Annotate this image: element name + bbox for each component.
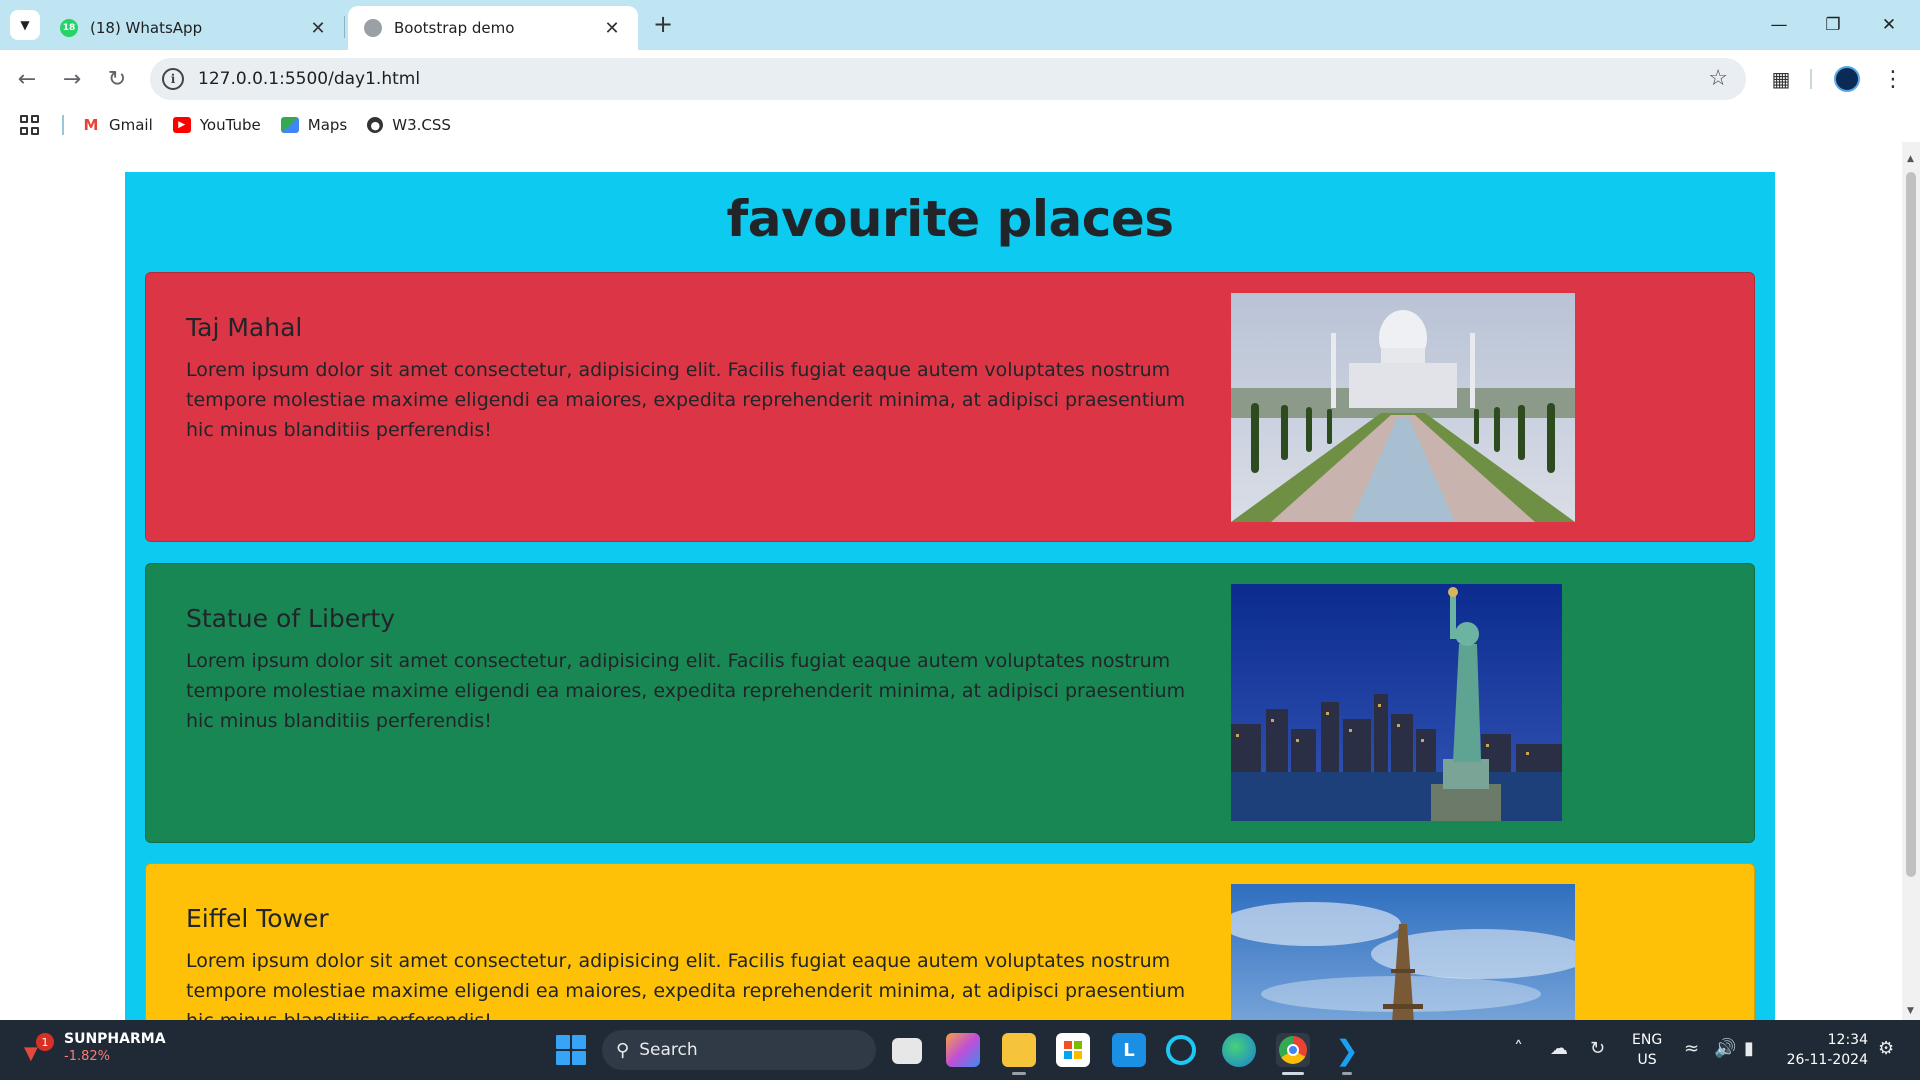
card-title: Statue of Liberty <box>186 604 396 633</box>
onedrive-error-icon[interactable]: ☁ <box>1550 1038 1568 1059</box>
lang-line2: US <box>1637 1052 1657 1068</box>
page-scrollbar[interactable]: ▲ ▼ <box>1902 142 1920 1020</box>
tab-bootstrap-demo[interactable]: Bootstrap demo ✕ <box>348 6 638 50</box>
vscode-icon[interactable]: ❯ <box>1330 1033 1364 1067</box>
page-title: favourite places <box>726 190 1174 248</box>
stock-change: -1.82% <box>64 1049 110 1064</box>
alexa-icon[interactable] <box>1166 1035 1196 1065</box>
forward-arrow-icon[interactable]: → <box>57 64 87 94</box>
card-text: Lorem ipsum dolor sit amet consectetur, … <box>186 359 1186 441</box>
running-indicator <box>1282 1072 1304 1075</box>
statue-of-liberty-image <box>1231 584 1562 821</box>
tab-whatsapp[interactable]: 18 (18) WhatsApp ✕ <box>44 6 344 50</box>
new-tab-button[interactable]: + <box>650 12 676 38</box>
bookmark-star-icon[interactable]: ☆ <box>1708 66 1728 91</box>
scrollbar-thumb[interactable] <box>1906 172 1916 877</box>
stock-icon: ▼ 1 <box>24 1033 54 1064</box>
close-icon[interactable]: ✕ <box>308 18 328 39</box>
task-view-icon[interactable] <box>892 1038 922 1064</box>
card-text: Lorem ipsum dolor sit amet consectetur, … <box>186 650 1186 732</box>
toolbar-divider <box>1810 69 1812 89</box>
volume-icon[interactable]: 🔊 <box>1714 1038 1736 1059</box>
page-container: favourite places Taj Mahal Lorem ipsum d… <box>125 172 1775 1020</box>
minimize-button[interactable]: — <box>1756 8 1802 42</box>
wifi-icon[interactable]: ≈ <box>1684 1038 1699 1059</box>
edge-icon[interactable] <box>1222 1033 1256 1067</box>
menu-kebab-icon[interactable]: ⋮ <box>1878 64 1908 94</box>
card-statue-of-liberty: Statue of Liberty Lorem ipsum dolor sit … <box>145 563 1755 843</box>
down-trend-icon: ▼ <box>24 1043 38 1064</box>
bookmark-separator <box>62 115 64 135</box>
bookmark-label: Gmail <box>109 116 153 134</box>
chevron-up-icon[interactable]: ˄ <box>1514 1038 1523 1059</box>
browser-toolbar: ← → ↻ i 127.0.0.1:5500/day1.html ☆ ▦ ⋮ <box>0 50 1920 108</box>
taskbar-search[interactable]: ⚲ Search <box>602 1030 876 1070</box>
card-text: Lorem ipsum dolor sit amet consectetur, … <box>186 950 1186 1020</box>
time: 12:34 <box>1827 1032 1868 1048</box>
scroll-down-icon[interactable]: ▼ <box>1907 1006 1914 1016</box>
globe-icon <box>364 19 382 37</box>
scroll-up-icon[interactable]: ▲ <box>1907 154 1914 164</box>
maps-icon <box>280 117 299 133</box>
bookmark-label: Maps <box>307 116 348 134</box>
card-eiffel-tower: Eiffel Tower Lorem ipsum dolor sit amet … <box>145 863 1755 1020</box>
running-indicator <box>1012 1072 1026 1075</box>
page-viewport: favourite places Taj Mahal Lorem ipsum d… <box>0 142 1902 1020</box>
copilot-icon[interactable] <box>946 1033 980 1067</box>
search-label: Search <box>639 1040 698 1060</box>
tab-title: (18) WhatsApp <box>90 19 203 37</box>
stock-widget[interactable]: ▼ 1 SUNPHARMA -1.82% <box>24 1030 166 1066</box>
window-close-button[interactable]: ✕ <box>1866 8 1912 42</box>
card-title: Taj Mahal <box>186 313 303 342</box>
stock-name: SUNPHARMA <box>64 1031 166 1047</box>
bookmark-w3css[interactable]: ● W3.CSS <box>367 116 451 134</box>
tab-title: Bootstrap demo <box>394 19 515 37</box>
windows-start-icon[interactable] <box>556 1035 586 1065</box>
search-icon: ⚲ <box>616 1039 630 1061</box>
windows-taskbar: ▼ 1 SUNPHARMA -1.82% ⚲ Search L ❯ ˄ ☁ ↻ … <box>0 1020 1920 1080</box>
profile-avatar[interactable] <box>1832 64 1862 94</box>
l-app-icon[interactable]: L <box>1112 1033 1146 1067</box>
notification-badge: 1 <box>36 1033 54 1051</box>
eiffel-tower-image <box>1231 884 1575 1020</box>
tab-strip: ▼ 18 (18) WhatsApp ✕ Bootstrap demo ✕ + … <box>0 0 1920 50</box>
tab-divider <box>344 16 345 38</box>
back-arrow-icon[interactable]: ← <box>12 64 42 94</box>
globe-icon: ● <box>367 117 384 133</box>
language-indicator[interactable]: ENG US <box>1632 1030 1662 1070</box>
close-icon[interactable]: ✕ <box>602 18 622 39</box>
bookmarks-bar: M Gmail ▶ YouTube Maps ● W3.CSS <box>0 108 1920 142</box>
file-explorer-icon[interactable] <box>1002 1033 1036 1067</box>
running-indicator <box>1342 1072 1352 1075</box>
sync-icon[interactable]: ↻ <box>1590 1038 1605 1059</box>
address-bar[interactable]: i 127.0.0.1:5500/day1.html ☆ <box>150 58 1746 100</box>
taj-mahal-image <box>1231 293 1575 522</box>
battery-icon[interactable]: ▮ <box>1744 1038 1754 1059</box>
site-info-icon[interactable]: i <box>162 68 184 90</box>
bookmark-maps[interactable]: Maps <box>280 116 348 134</box>
bookmark-youtube[interactable]: ▶ YouTube <box>172 116 261 134</box>
youtube-icon: ▶ <box>172 117 191 133</box>
gmail-icon: M <box>82 116 100 134</box>
tab-search-button[interactable]: ▼ <box>10 10 40 40</box>
notifications-bell-icon[interactable]: ⚙ <box>1878 1038 1894 1059</box>
card-taj-mahal: Taj Mahal Lorem ipsum dolor sit amet con… <box>145 272 1755 542</box>
chrome-icon[interactable] <box>1276 1033 1310 1067</box>
reload-icon[interactable]: ↻ <box>102 64 132 94</box>
apps-grid-icon[interactable] <box>20 115 44 135</box>
bookmark-label: W3.CSS <box>392 116 451 134</box>
chevron-down-icon: ▼ <box>20 18 30 32</box>
clock[interactable]: 12:34 26-11-2024 <box>1778 1030 1868 1070</box>
bookmark-label: YouTube <box>199 116 261 134</box>
url-text[interactable]: 127.0.0.1:5500/day1.html <box>198 69 420 89</box>
restore-button[interactable]: ❐ <box>1810 8 1856 42</box>
date: 26-11-2024 <box>1786 1052 1868 1068</box>
whatsapp-icon: 18 <box>60 19 78 37</box>
lang-line1: ENG <box>1632 1032 1663 1048</box>
extensions-icon[interactable]: ▦ <box>1766 64 1796 94</box>
microsoft-store-icon[interactable] <box>1056 1033 1090 1067</box>
bookmark-gmail[interactable]: M Gmail <box>82 116 153 134</box>
card-title: Eiffel Tower <box>186 904 329 933</box>
